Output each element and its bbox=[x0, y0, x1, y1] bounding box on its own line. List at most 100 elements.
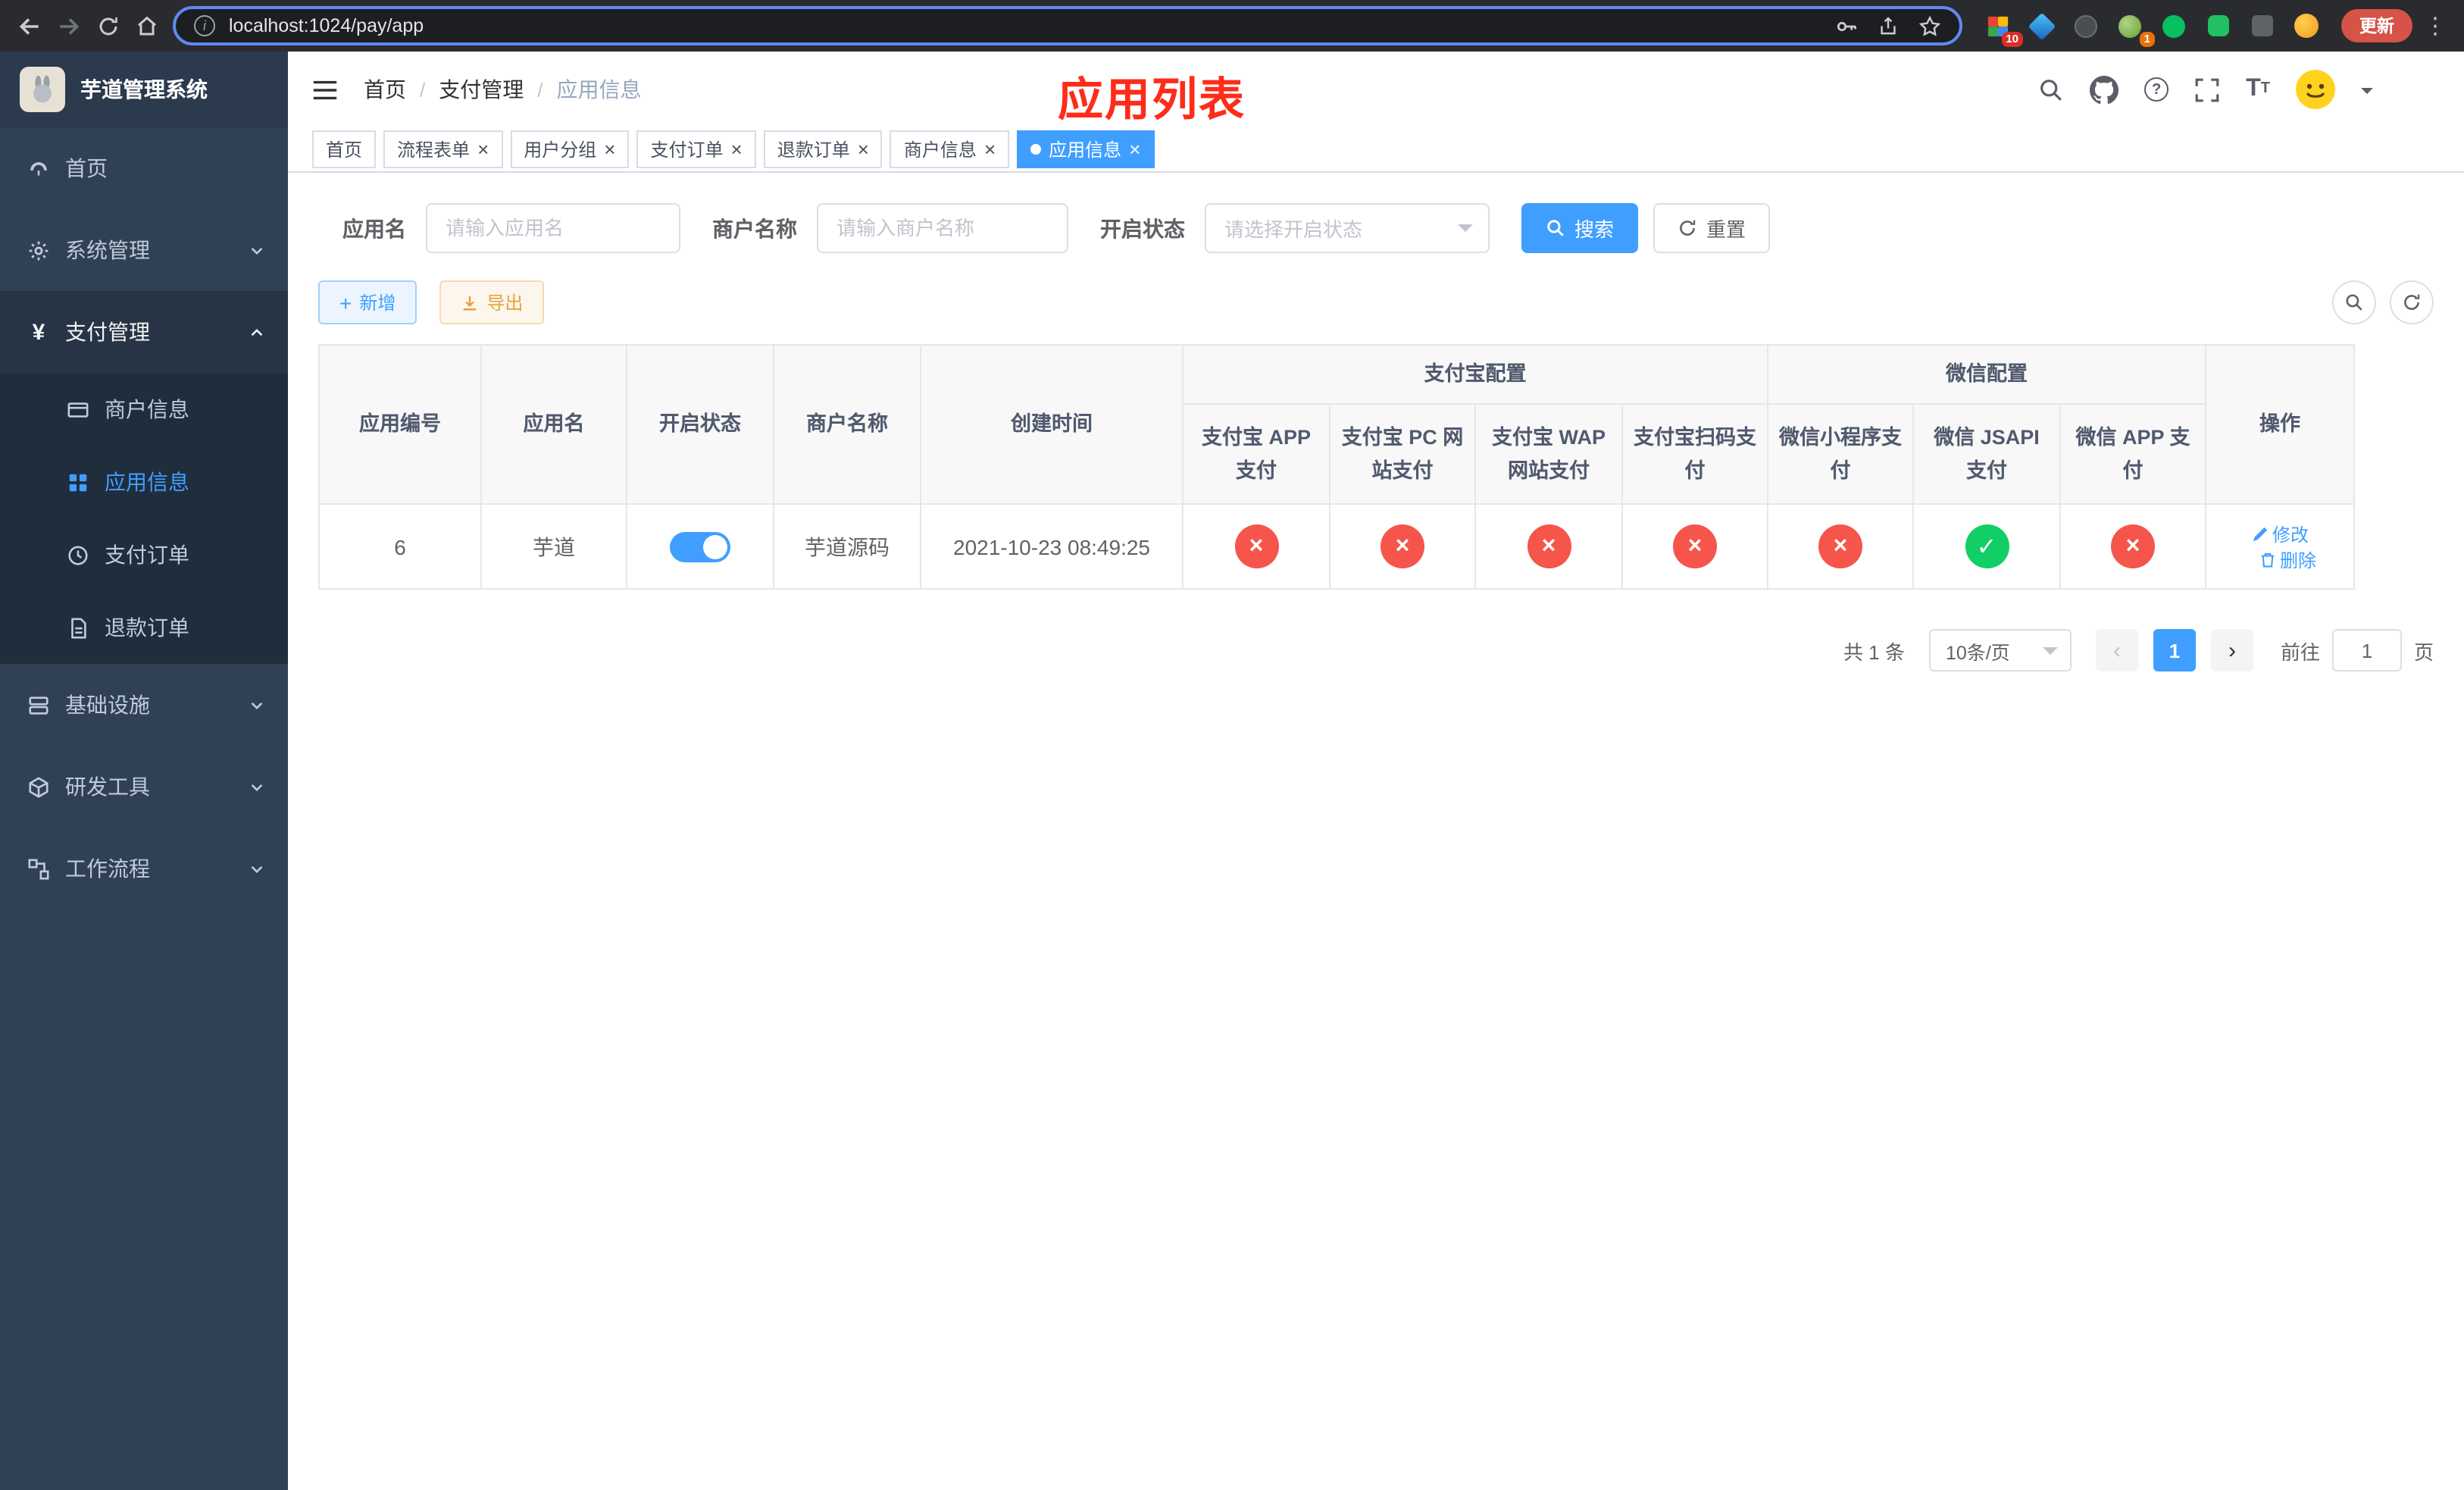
sidebar-item-app-info[interactable]: 应用信息 bbox=[0, 446, 288, 518]
search-icon[interactable] bbox=[2038, 77, 2064, 102]
breadcrumb-payment[interactable]: 支付管理 bbox=[439, 74, 524, 105]
site-info-icon[interactable]: i bbox=[194, 15, 215, 36]
github-icon[interactable] bbox=[2090, 75, 2119, 104]
cell-app-id: 6 bbox=[318, 503, 482, 590]
edit-link[interactable]: 修改 bbox=[2251, 521, 2309, 546]
next-page-button[interactable]: › bbox=[2210, 629, 2253, 671]
tab-pay-order[interactable]: 支付订单 × bbox=[636, 130, 756, 168]
sidebar-item-pay-order[interactable]: 支付订单 bbox=[0, 518, 288, 591]
browser-update-button[interactable]: 更新 bbox=[2341, 9, 2412, 42]
sidebar-item-devtools[interactable]: 研发工具 bbox=[0, 746, 288, 828]
tab-label: 应用信息 bbox=[1049, 139, 1122, 161]
tab-label: 商户信息 bbox=[903, 139, 977, 161]
forward-icon[interactable] bbox=[48, 6, 88, 45]
grid-icon bbox=[69, 473, 87, 491]
chevron-down-icon bbox=[2042, 646, 2058, 662]
sidebar-item-home[interactable]: 首页 bbox=[0, 127, 288, 209]
sidebar-item-refund-order[interactable]: 退款订单 bbox=[0, 591, 288, 664]
chevron-down-icon bbox=[251, 865, 263, 873]
status-toggle[interactable] bbox=[670, 531, 730, 562]
current-page-button[interactable]: 1 bbox=[2153, 629, 2196, 671]
extension-notes-icon[interactable] bbox=[2203, 11, 2232, 40]
tab-close-icon[interactable]: × bbox=[604, 139, 615, 159]
tab-close-icon[interactable]: × bbox=[858, 139, 869, 159]
column-header-wechat-jsapi: 微信 JSAPI 支付 bbox=[1912, 403, 2061, 505]
extension-pin-icon[interactable] bbox=[2247, 11, 2276, 40]
user-avatar[interactable] bbox=[2296, 70, 2335, 109]
sidebar-item-system[interactable]: 系统管理 bbox=[0, 209, 288, 291]
goto-page-input[interactable] bbox=[2331, 629, 2402, 671]
export-button[interactable]: 导出 bbox=[439, 280, 545, 324]
search-button[interactable]: 搜索 bbox=[1521, 203, 1639, 253]
home-icon[interactable] bbox=[127, 6, 167, 45]
server-icon bbox=[29, 696, 48, 714]
hamburger-icon[interactable] bbox=[311, 75, 339, 104]
tab-close-icon[interactable]: × bbox=[731, 139, 743, 159]
merchant-name-input[interactable] bbox=[817, 203, 1068, 253]
font-size-icon[interactable]: TT bbox=[2246, 77, 2270, 102]
reload-icon[interactable] bbox=[88, 6, 127, 45]
breadcrumb-home[interactable]: 首页 bbox=[364, 74, 406, 105]
extension-toolbox-icon[interactable]: 1 bbox=[2115, 11, 2155, 46]
tab-label: 退款订单 bbox=[777, 139, 850, 161]
address-bar[interactable]: i localhost:1024/pay/app bbox=[173, 6, 1962, 45]
cell-created: 2021-10-23 08:49:25 bbox=[920, 503, 1184, 590]
app-name-input[interactable] bbox=[426, 203, 680, 253]
fullscreen-icon[interactable] bbox=[2194, 77, 2220, 102]
reset-button[interactable]: 重置 bbox=[1653, 203, 1771, 253]
profile-avatar[interactable] bbox=[2291, 11, 2320, 40]
toggle-search-button[interactable] bbox=[2332, 280, 2376, 324]
tab-close-icon[interactable]: × bbox=[1129, 139, 1140, 159]
tab-label: 流程表单 bbox=[397, 139, 471, 161]
group-header-alipay: 支付宝配置 bbox=[1182, 344, 1768, 405]
extension-wechat-icon[interactable] bbox=[2159, 11, 2188, 40]
main-area: 首页 / 支付管理 / 应用信息 应用列表 ? TT 首页 流程表单 × 用户分… bbox=[288, 52, 2464, 1490]
status-label: 开启状态 bbox=[1100, 216, 1185, 240]
document-icon bbox=[71, 617, 86, 638]
tab-close-icon[interactable]: × bbox=[984, 139, 996, 159]
tab-process-form[interactable]: 流程表单 × bbox=[383, 130, 503, 168]
browser-menu-icon[interactable]: ⋮ bbox=[2422, 12, 2449, 39]
bookmark-star-icon[interactable] bbox=[1918, 14, 1941, 37]
sidebar-item-workflow[interactable]: 工作流程 bbox=[0, 828, 288, 909]
avatar-caret-icon[interactable] bbox=[2361, 88, 2373, 100]
extensions-area: 10 1 bbox=[1984, 11, 2320, 46]
add-button[interactable]: + 新增 bbox=[318, 280, 417, 324]
url-text[interactable]: localhost:1024/pay/app bbox=[229, 15, 1815, 36]
breadcrumb-current: 应用信息 bbox=[556, 77, 642, 102]
tab-close-icon[interactable]: × bbox=[477, 139, 489, 159]
sidebar-item-merchant-info[interactable]: 商户信息 bbox=[0, 373, 288, 446]
gear-icon bbox=[29, 240, 48, 260]
column-header-alipay-app: 支付宝 APP 支付 bbox=[1182, 403, 1330, 505]
tab-user-group[interactable]: 用户分组 × bbox=[510, 130, 630, 168]
cell-actions: 修改 删除 bbox=[2205, 503, 2356, 590]
back-icon[interactable] bbox=[9, 6, 48, 45]
refresh-button[interactable] bbox=[2390, 280, 2434, 324]
extension-gem-icon[interactable] bbox=[2028, 11, 2056, 40]
tab-label: 支付订单 bbox=[650, 139, 724, 161]
disabled-status-icon: × bbox=[1527, 524, 1571, 568]
tab-app-info[interactable]: 应用信息 × bbox=[1017, 130, 1155, 168]
tab-merchant-info[interactable]: 商户信息 × bbox=[890, 130, 1010, 168]
page-size-select[interactable]: 10条/页 bbox=[1928, 629, 2072, 671]
sidebar-item-payment[interactable]: ¥ 支付管理 bbox=[0, 291, 288, 373]
status-select-placeholder: 请选择开启状态 bbox=[1224, 218, 1363, 241]
search-button-label: 搜索 bbox=[1574, 218, 1615, 241]
delete-link[interactable]: 删除 bbox=[2259, 546, 2316, 572]
password-key-icon[interactable] bbox=[1835, 14, 1858, 37]
tab-refund-order[interactable]: 退款订单 × bbox=[763, 130, 883, 168]
extension-dark-icon[interactable] bbox=[2072, 11, 2100, 40]
status-select[interactable]: 请选择开启状态 bbox=[1205, 203, 1490, 253]
cube-icon bbox=[29, 776, 48, 797]
page-content: 应用名 商户名称 开启状态 请选择开启状态 搜索 bbox=[288, 173, 2464, 671]
app-table: 应用编号 应用名 开启状态 商户名称 创建时间 支付宝配置 微信配置 操作 支付… bbox=[318, 344, 2356, 590]
extension-puzzle-icon[interactable]: 10 bbox=[1984, 11, 2023, 46]
share-icon[interactable] bbox=[1878, 15, 1899, 36]
prev-page-button[interactable]: ‹ bbox=[2095, 629, 2138, 671]
chevron-up-icon bbox=[251, 327, 263, 336]
tab-home[interactable]: 首页 bbox=[312, 130, 377, 168]
sidebar-item-infra[interactable]: 基础设施 bbox=[0, 664, 288, 746]
help-icon[interactable]: ? bbox=[2144, 77, 2169, 102]
page-size-value: 10条/页 bbox=[1945, 642, 2010, 663]
toggle-knob bbox=[703, 534, 727, 559]
